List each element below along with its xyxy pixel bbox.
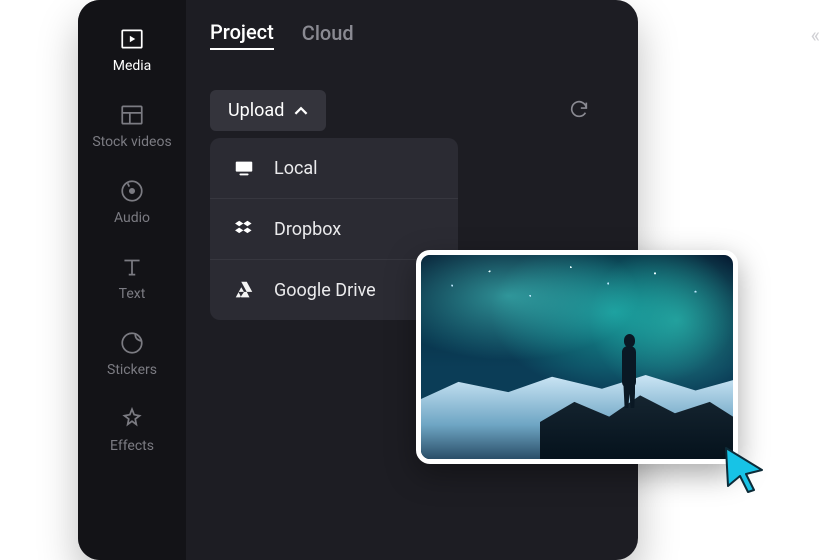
sidebar-item-label: Stickers	[107, 362, 157, 378]
refresh-icon	[568, 98, 590, 120]
tab-project[interactable]: Project	[210, 20, 274, 50]
upload-option-label: Google Drive	[274, 280, 376, 301]
monitor-icon	[232, 156, 256, 180]
sticker-circle-icon	[119, 330, 145, 356]
sidebar-item-label: Effects	[110, 438, 154, 454]
google-drive-icon	[232, 278, 256, 302]
cursor-icon	[722, 444, 766, 494]
sidebar-item-text[interactable]: Text	[78, 246, 186, 310]
upload-row: Upload	[210, 90, 590, 131]
stock-grid-icon	[119, 102, 145, 128]
audio-disc-icon	[119, 178, 145, 204]
sidebar-item-effects[interactable]: Effects	[78, 398, 186, 462]
media-thumbnail[interactable]	[416, 250, 738, 464]
sidebar-item-stock-videos[interactable]: Stock videos	[78, 94, 186, 158]
media-play-icon	[119, 26, 145, 52]
panel-header: Project Cloud «	[186, 0, 840, 70]
thumbnail-person	[614, 328, 644, 408]
refresh-button[interactable]	[568, 98, 590, 124]
collapse-panel-button[interactable]: «	[811, 23, 816, 47]
sidebar-item-label: Audio	[114, 210, 150, 226]
sidebar-item-audio[interactable]: Audio	[78, 170, 186, 234]
tab-cloud[interactable]: Cloud	[302, 21, 354, 49]
upload-button-label: Upload	[228, 100, 284, 121]
sidebar: Media Stock videos Audio Text Stickers E…	[78, 0, 186, 560]
sidebar-item-label: Stock videos	[92, 134, 171, 150]
upload-button[interactable]: Upload	[210, 90, 326, 131]
chevron-up-icon	[294, 104, 308, 118]
upload-option-dropbox[interactable]: Dropbox	[210, 199, 458, 260]
text-icon	[119, 254, 145, 280]
upload-option-label: Local	[274, 158, 318, 179]
sidebar-item-label: Media	[113, 58, 152, 74]
upload-option-label: Dropbox	[274, 219, 341, 240]
upload-option-local[interactable]: Local	[210, 138, 458, 199]
dropbox-icon	[232, 217, 256, 241]
effects-sparkle-icon	[119, 406, 145, 432]
sidebar-item-label: Text	[119, 286, 146, 302]
sidebar-item-media[interactable]: Media	[78, 18, 186, 82]
sidebar-item-stickers[interactable]: Stickers	[78, 322, 186, 386]
